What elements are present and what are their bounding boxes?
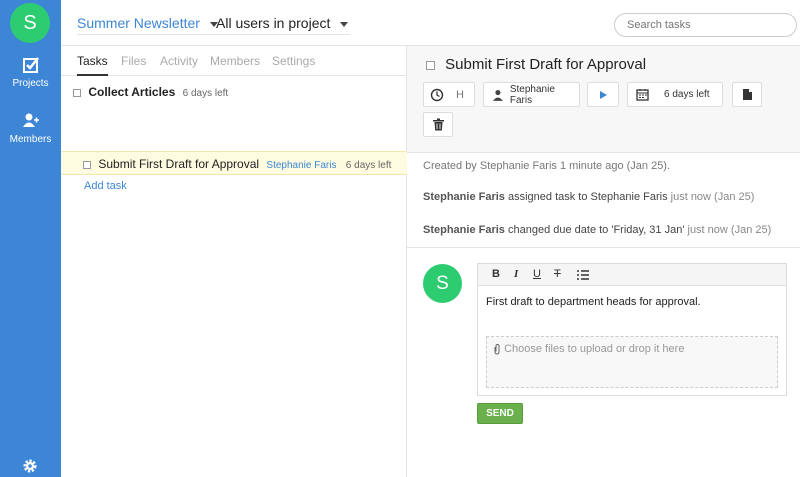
user-icon [492,89,503,101]
dropzone-label: Choose files to upload or drop it here [504,343,685,355]
tab-members[interactable]: Members [210,54,260,68]
activity-time: just now (Jan 25) [687,224,772,236]
delete-task-button[interactable] [423,112,453,137]
divider [407,247,800,248]
italic-button[interactable]: I [514,268,518,280]
users-filter-dropdown[interactable]: All users in project [216,15,351,35]
trash-icon [432,118,444,131]
activity-user[interactable]: Stephanie Faris [423,191,505,203]
add-task-link[interactable]: Add task [84,180,127,192]
group-due: 6 days left [182,88,229,99]
search-input[interactable] [614,13,797,37]
play-icon [600,90,607,99]
task-detail-title: Submit First Draft for Approval [426,56,646,73]
activity-item: Stephanie Faris assigned task to Stephan… [423,191,754,203]
table-row[interactable]: Submit First Draft for Approval Stephani… [61,151,407,175]
file-dropzone[interactable]: Choose files to upload or drop it here [486,336,778,388]
bold-button[interactable]: B [492,268,500,280]
activity-time: just now (Jan 25) [670,191,755,203]
task-checkbox[interactable] [83,160,91,169]
paperclip-icon [494,343,500,355]
sidebar-item-label: Projects [12,78,49,89]
sidebar: S Projects Members [0,0,61,477]
underline-button[interactable]: U [533,268,541,280]
header: Summer Newsletter All users in project [61,0,800,46]
comment-editor[interactable]: B I U T First draft to department heads … [477,263,787,396]
logo-avatar[interactable]: S [10,3,50,43]
due-date-button[interactable]: 6 days left [627,82,723,107]
tab-bar: Tasks Files Activity Members Settings [61,46,407,76]
attach-document-button[interactable] [732,82,762,107]
activity-text: changed due date to 'Friday, 31 Jan' [507,224,685,236]
due-date-label: 6 days left [664,89,710,100]
activity-item: Stephanie Faris changed due date to 'Fri… [423,224,771,236]
tab-tasks[interactable]: Tasks [77,54,108,76]
document-icon [742,89,752,100]
activity-text: assigned task to Stephanie Faris [507,191,668,203]
clock-icon [430,88,444,101]
chevron-down-icon [340,22,349,27]
sidebar-item-label: Members [9,134,52,145]
comment-text[interactable]: First draft to department heads for appr… [486,296,701,308]
strikethrough-button[interactable]: T [554,268,561,280]
tab-files[interactable]: Files [121,54,146,68]
calendar-icon [636,89,649,101]
tab-settings[interactable]: Settings [272,54,315,68]
send-button[interactable]: SEND [477,403,523,424]
users-filter-label: All users in project [216,15,331,31]
task-assignee[interactable]: Stephanie Faris [266,160,336,171]
assignee-button[interactable]: Stephanie Faris [483,82,580,107]
task-complete-checkbox[interactable] [426,60,435,70]
logo-letter: S [23,11,37,34]
activity-user[interactable]: Stephanie Faris [423,224,505,236]
task-detail-panel: Submit First Draft for Approval H Stepha… [407,46,800,477]
group-title[interactable]: Collect Articles [88,85,175,99]
list-icon[interactable] [577,270,589,280]
task-detail-header: Submit First Draft for Approval H Stepha… [407,46,800,153]
project-dropdown[interactable]: Summer Newsletter [77,15,220,35]
avatar: S [423,264,462,303]
sidebar-item-projects[interactable]: Projects [0,56,61,89]
hours-field[interactable]: H [423,82,475,107]
project-name: Summer Newsletter [77,15,200,31]
group-checkbox[interactable] [73,88,81,97]
task-due: 6 days left [345,160,392,171]
task-title[interactable]: Submit First Draft for Approval [98,157,259,171]
created-info: Created by Stephanie Faris 1 minute ago … [423,160,671,172]
editor-toolbar: B I U T [478,264,786,286]
task-list-panel: Tasks Files Activity Members Settings Co… [61,46,407,477]
hours-placeholder: H [456,88,464,101]
settings-icon[interactable] [22,458,38,474]
assignee-name: Stephanie Faris [509,83,555,106]
page-title[interactable]: Submit First Draft for Approval [445,56,646,73]
task-group: Collect Articles 6 days left [73,85,228,99]
projects-icon [22,57,39,73]
start-timer-button[interactable] [587,82,619,107]
tab-activity[interactable]: Activity [160,54,198,68]
sidebar-item-members[interactable]: Members [0,112,61,145]
members-icon [22,113,39,127]
avatar-letter: S [436,272,449,294]
